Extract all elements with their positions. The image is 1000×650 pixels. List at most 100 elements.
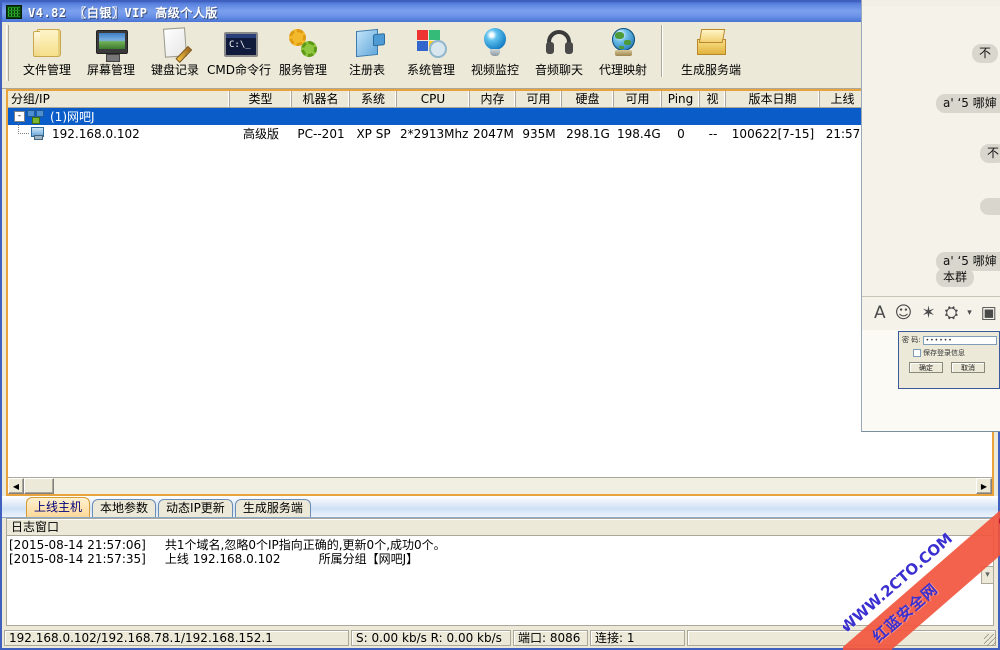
- cancel-button[interactable]: 取消: [951, 362, 985, 373]
- table-cell: 0: [677, 126, 685, 141]
- expander-toggle[interactable]: -: [14, 111, 25, 122]
- font-icon[interactable]: A: [874, 305, 886, 322]
- gears-icon: [286, 27, 320, 59]
- computer-icon: [30, 127, 45, 140]
- toolbar-button-label: CMD命令行: [207, 63, 271, 77]
- toolbar-button-label: 视频监控: [470, 63, 519, 77]
- toolbar-button-system-manager[interactable]: 系统管理: [399, 22, 463, 84]
- password-label: 密 码:: [902, 336, 921, 344]
- emoji-icon[interactable]: ☺: [895, 305, 913, 322]
- scroll-right-button[interactable]: ▶: [976, 478, 992, 494]
- globe-icon: [606, 27, 640, 59]
- window-title: V4.82 〖白银〗VIP 高级个人版: [28, 5, 218, 20]
- chat-format-toolbar: A ☺ ✶ ⛭ ▾ ▣: [862, 296, 1000, 330]
- toolbar-button-screen-manager[interactable]: 屏幕管理: [79, 22, 143, 84]
- scroll-track[interactable]: [54, 478, 976, 494]
- column-header[interactable]: 可用: [516, 91, 562, 107]
- list-group-row[interactable]: - (1)网吧J: [8, 108, 992, 125]
- window-resize-grip[interactable]: [984, 634, 996, 646]
- column-header[interactable]: 视: [700, 91, 726, 107]
- tab-0[interactable]: 上线主机: [26, 497, 91, 517]
- table-cell: 100622[7-15]: [731, 126, 815, 141]
- table-row[interactable]: 192.168.0.102 高级版 PC--201 XP SP 2*2913Mhz 204…: [8, 123, 992, 142]
- monitor-icon: [94, 27, 128, 62]
- scroll-thumb[interactable]: [24, 478, 54, 494]
- toolbar-button-registry[interactable]: 注册表: [335, 22, 399, 84]
- toolbar-button-cmd[interactable]: CMD命令行: [207, 22, 271, 84]
- main-window: V4.82 〖白银〗VIP 高级个人版 文件管理 屏幕管理 键盘记录 CMD命令…: [0, 0, 1000, 650]
- status-spacer: [687, 630, 996, 646]
- tab-strip: 上线主机 本地参数 动态IP更新 生成服务端: [2, 496, 998, 518]
- toolbar-button-label: 屏幕管理: [86, 63, 135, 77]
- table-cell: PC--201: [297, 126, 345, 141]
- host-list: 分组/IP类型机器名系统CPU内存可用硬盘可用Ping视版本日期上线开机时间备注…: [6, 89, 1000, 496]
- status-port: 端口: 8086: [513, 630, 588, 646]
- ok-button[interactable]: 确定: [909, 362, 943, 373]
- table-cell: 21:57: [825, 126, 861, 141]
- tab-2[interactable]: 动态IP更新: [158, 499, 233, 517]
- log-line: [2015-08-14 21:57:35] 上线 192.168.0.102 所…: [9, 552, 419, 566]
- toolbar-button-keylogger[interactable]: 键盘记录: [143, 22, 207, 84]
- chat-message-bubble: 本群: [936, 268, 975, 287]
- list-header-row: 分组/IP类型机器名系统CPU内存可用硬盘可用Ping视版本日期上线开机时间备注: [8, 91, 1000, 108]
- windows-logo-icon: [414, 27, 448, 59]
- table-cell: 935M: [522, 126, 556, 141]
- column-header[interactable]: 上线: [820, 91, 866, 107]
- cell-ip: 192.168.0.102: [52, 126, 140, 141]
- toolbar-button-label: 生成服务端: [680, 63, 741, 77]
- log-window-body[interactable]: [2015-08-14 21:57:06] 共1个域名,忽略0个IP指向正确的,…: [7, 536, 993, 625]
- toolbar-button-file-manager[interactable]: 文件管理: [15, 22, 79, 84]
- column-header[interactable]: 分组/IP: [8, 91, 230, 107]
- notepad-pencil-icon: [158, 27, 192, 59]
- magic-wand-icon[interactable]: ✶: [921, 305, 935, 322]
- password-field[interactable]: ••••••: [922, 335, 997, 345]
- image-icon[interactable]: ▣: [981, 305, 997, 322]
- toolbar-button-label: 系统管理: [406, 63, 455, 77]
- list-horizontal-scrollbar[interactable]: ◀ ▶: [8, 477, 992, 494]
- chat-message-bubble: 不: [972, 44, 999, 63]
- shake-window-icon[interactable]: ⛭: [945, 305, 959, 322]
- toolbar-button-service-manager[interactable]: 服务管理: [271, 22, 335, 84]
- chat-message-area[interactable]: 不a' ʻ5 哪婶 以不a' ʻ5 哪婶 以本群: [862, 6, 1000, 306]
- remember-checkbox[interactable]: [913, 349, 921, 357]
- chat-message-bubble: a' ʻ5 哪婶 以: [936, 94, 1000, 113]
- column-header[interactable]: CPU: [397, 91, 470, 107]
- column-header[interactable]: 内存: [470, 91, 516, 107]
- webcam-icon: [478, 27, 512, 59]
- title-bar: V4.82 〖白银〗VIP 高级个人版: [2, 2, 998, 22]
- table-cell: 198.4G: [617, 126, 661, 141]
- chevron-down-icon[interactable]: ▾: [967, 309, 972, 318]
- status-bar: 192.168.0.102/192.168.78.1/192.168.152.1…: [2, 628, 998, 648]
- column-header[interactable]: 系统: [350, 91, 397, 107]
- toolbar-button-label: 音频聊天: [534, 63, 583, 77]
- tab-3[interactable]: 生成服务端: [234, 499, 311, 517]
- remember-label: 保存登录信息: [923, 349, 965, 357]
- column-header[interactable]: 类型: [230, 91, 292, 107]
- toolbar-button-label: 代理映射: [598, 63, 647, 77]
- status-addresses: 192.168.0.102/192.168.78.1/192.168.152.1: [4, 630, 349, 646]
- toolbar-button-label: 服务管理: [278, 63, 327, 77]
- column-header[interactable]: 可用: [614, 91, 662, 107]
- column-header[interactable]: 机器名: [292, 91, 350, 107]
- package-box-icon: [694, 27, 728, 59]
- toolbar-grip[interactable]: [6, 25, 12, 81]
- toolbar-button-build-server[interactable]: 生成服务端: [669, 22, 753, 84]
- scroll-left-button[interactable]: ◀: [8, 478, 24, 494]
- group-label: (1)网吧J: [50, 110, 95, 124]
- toolbar-button-audio-chat[interactable]: 音频聊天: [527, 22, 591, 84]
- table-cell: --: [708, 126, 718, 141]
- column-header[interactable]: 硬盘: [562, 91, 614, 107]
- toolbar-button-proxy-map[interactable]: 代理映射: [591, 22, 655, 84]
- table-cell: 2*2913Mhz: [400, 126, 469, 141]
- headset-icon: [542, 27, 576, 59]
- main-toolbar: 文件管理 屏幕管理 键盘记录 CMD命令行 服务管理 注册表 系统管理 视频监: [2, 22, 998, 89]
- tab-1[interactable]: 本地参数: [92, 499, 157, 517]
- toolbar-button-video-monitor[interactable]: 视频监控: [463, 22, 527, 84]
- folder-icon: [30, 27, 64, 59]
- column-header[interactable]: Ping: [662, 91, 700, 107]
- network-group-icon: [27, 109, 44, 124]
- column-header[interactable]: 版本日期: [726, 91, 820, 107]
- table-cell: 高级版: [242, 127, 279, 141]
- chevron-down-icon[interactable]: ▾: [981, 566, 994, 584]
- toolbar-button-label: 注册表: [348, 63, 385, 77]
